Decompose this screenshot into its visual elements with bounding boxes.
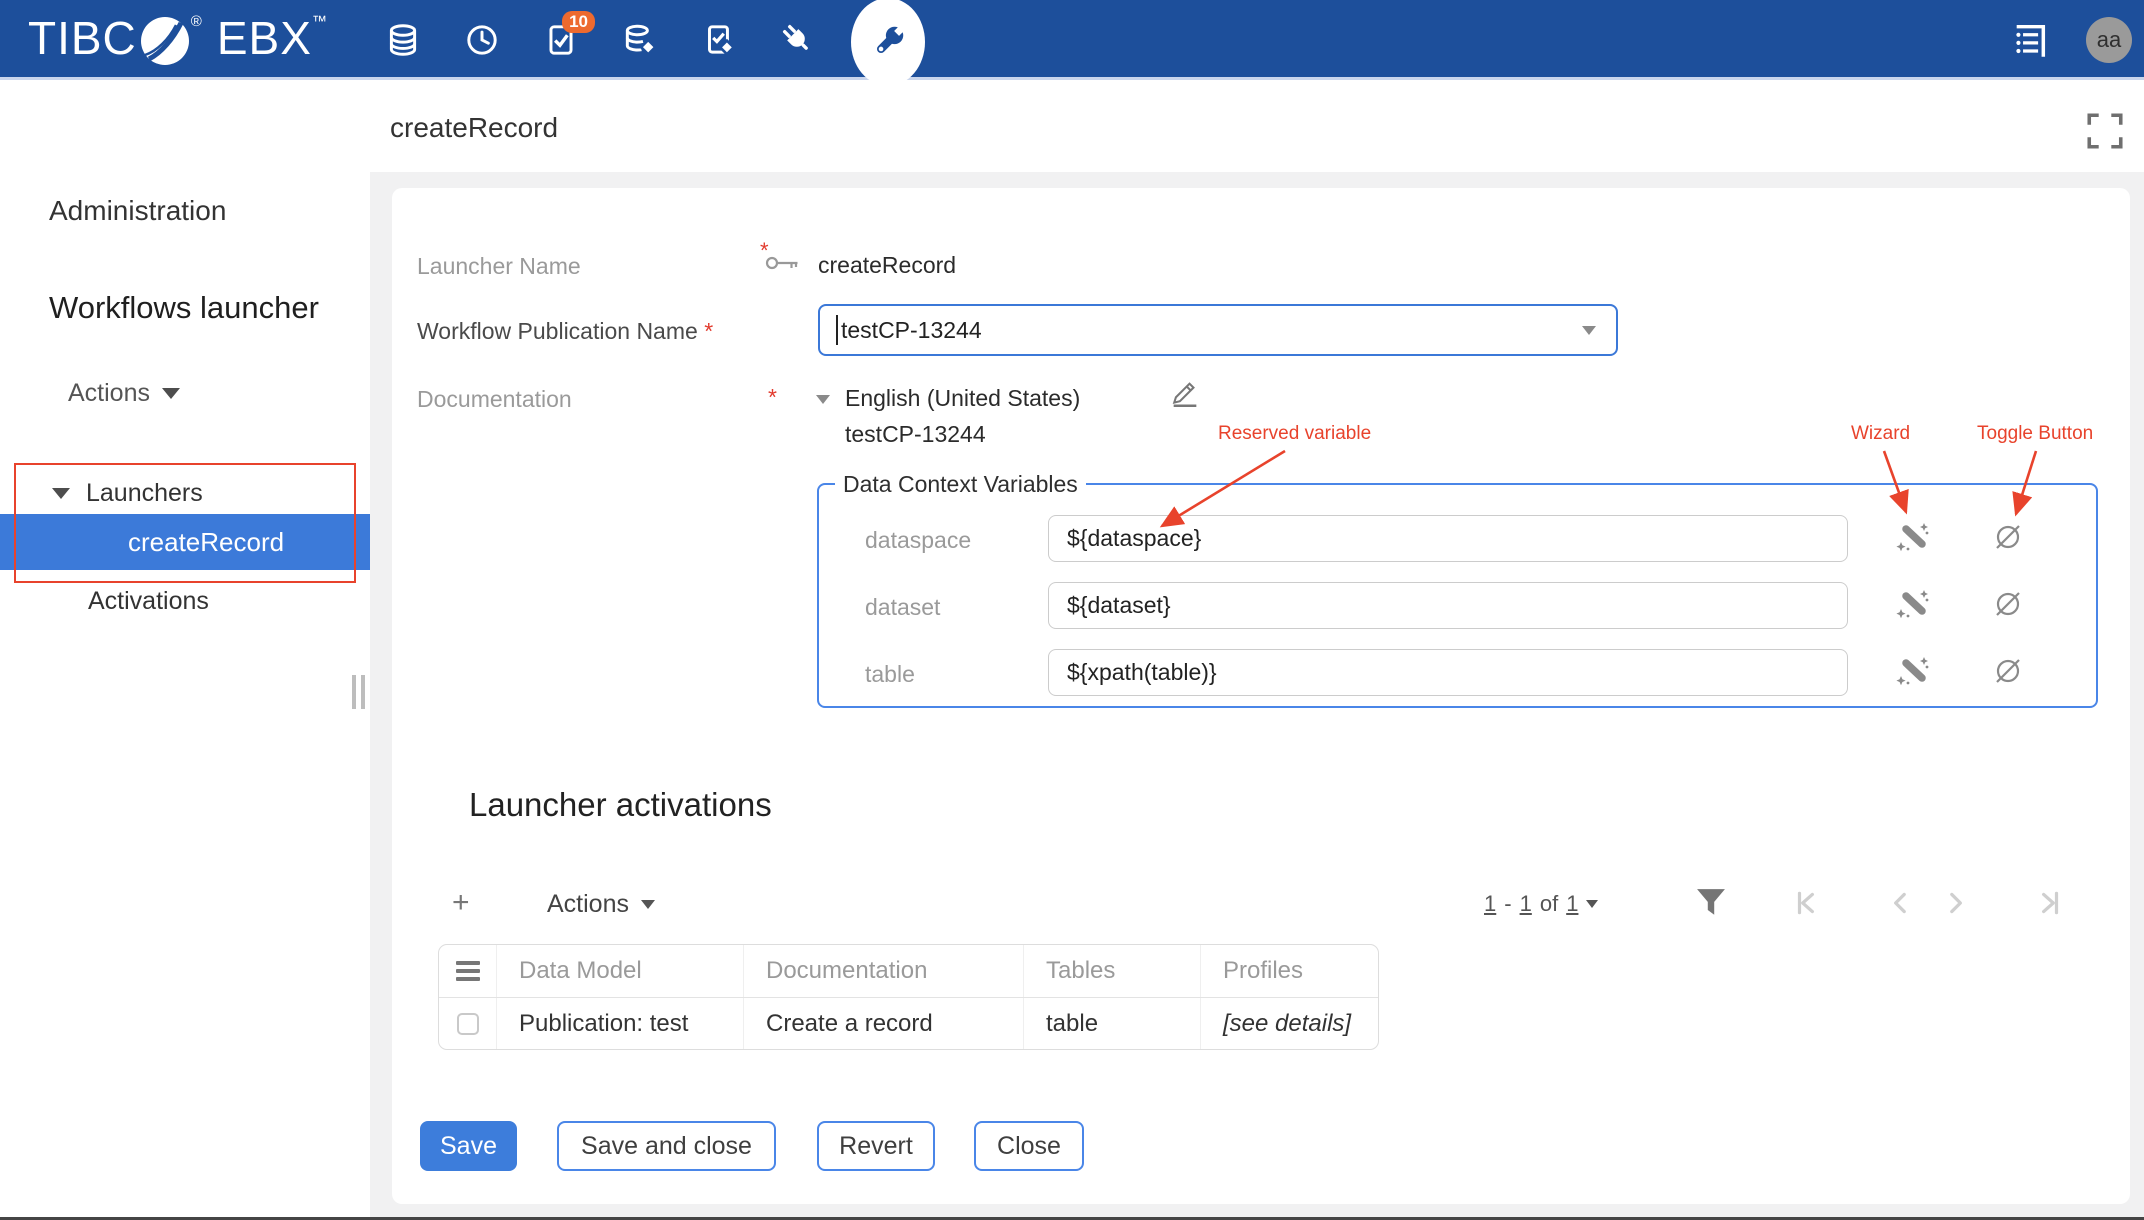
previous-page-icon[interactable] bbox=[1886, 888, 1916, 923]
activations-table: Data Model Documentation Tables Profiles… bbox=[438, 944, 1379, 1050]
user-avatar[interactable]: aa bbox=[2086, 17, 2132, 63]
save-button[interactable]: Save bbox=[420, 1121, 517, 1171]
ebx-application: TIBC ® EBX™ bbox=[0, 0, 2144, 1220]
tree-expander-icon[interactable] bbox=[52, 488, 70, 499]
cell-documentation: Create a record bbox=[744, 998, 1024, 1049]
documentation-value: testCP-13244 bbox=[845, 421, 986, 448]
wizard-icon-dataspace[interactable] bbox=[1895, 518, 1931, 554]
wpn-required-marker: * bbox=[704, 318, 713, 344]
row-checkbox[interactable] bbox=[457, 1013, 479, 1035]
column-header-tables[interactable]: Tables bbox=[1024, 945, 1201, 997]
table-row[interactable]: Publication: test Create a record table … bbox=[439, 998, 1378, 1049]
avatar-initials: aa bbox=[2097, 27, 2121, 53]
logo-text-tibc: TIBC bbox=[28, 11, 137, 65]
first-page-icon[interactable] bbox=[1792, 888, 1822, 923]
revert-button[interactable]: Revert bbox=[817, 1121, 935, 1171]
last-page-icon[interactable] bbox=[2034, 888, 2064, 923]
workflow-tasks-icon[interactable]: 10 bbox=[541, 20, 581, 60]
sidebar-item-launchers[interactable]: Launchers bbox=[52, 479, 203, 508]
sidebar-actions-label: Actions bbox=[68, 379, 150, 408]
workflow-publication-name-label: Workflow Publication Name * bbox=[417, 318, 713, 345]
add-activation-button[interactable]: + bbox=[452, 886, 470, 920]
createrecord-label: createRecord bbox=[128, 527, 284, 558]
chevron-down-icon bbox=[641, 900, 655, 909]
filter-funnel-icon[interactable] bbox=[1696, 888, 1726, 923]
documentation-label: Documentation bbox=[417, 386, 572, 413]
header-icon-menu: 10 bbox=[383, 0, 857, 80]
perspectives-list-icon[interactable] bbox=[2008, 18, 2052, 67]
edit-pencil-icon[interactable] bbox=[1168, 374, 1202, 413]
sidebar-item-activations[interactable]: Activations bbox=[88, 587, 209, 616]
sidebar-actions-menu[interactable]: Actions bbox=[68, 379, 180, 408]
trademark-mark: ™ bbox=[312, 13, 328, 30]
breadcrumb-administration[interactable]: Administration bbox=[49, 195, 226, 227]
registered-mark: ® bbox=[191, 13, 203, 30]
toggle-button-icon-dataspace[interactable] bbox=[1990, 519, 2026, 555]
table-header-row: Data Model Documentation Tables Profiles bbox=[439, 945, 1378, 998]
sidebar-module-title: Workflows launcher bbox=[49, 290, 319, 326]
administration-wrench-icon[interactable] bbox=[851, 0, 925, 86]
dataset-label: dataset bbox=[865, 594, 940, 621]
column-header-documentation[interactable]: Documentation bbox=[744, 945, 1024, 997]
dataset-input[interactable]: ${dataset} bbox=[1048, 582, 1848, 629]
cell-data-model: Publication: test bbox=[497, 998, 744, 1049]
checklist-validation-icon[interactable] bbox=[699, 20, 739, 60]
documentation-collapse-icon[interactable] bbox=[816, 395, 830, 404]
cell-tables: table bbox=[1024, 998, 1201, 1049]
documentation-required-marker: * bbox=[768, 384, 777, 411]
pagination-range[interactable]: 1 - 1 of 1 bbox=[1484, 891, 1598, 917]
wizard-icon-dataset[interactable] bbox=[1895, 585, 1931, 621]
workflow-publication-name-value: testCP-13244 bbox=[841, 317, 1582, 344]
save-and-close-button[interactable]: Save and close bbox=[557, 1121, 776, 1171]
launcher-name-value: createRecord bbox=[818, 252, 956, 279]
dataspace-label: dataspace bbox=[865, 527, 971, 554]
annotation-toggle-button: Toggle Button bbox=[1977, 423, 2093, 445]
toggle-button-icon-dataset[interactable] bbox=[1990, 586, 2026, 622]
primary-key-icon: * bbox=[764, 250, 802, 279]
dataspaces-icon[interactable] bbox=[383, 20, 423, 60]
sidebar: Administration Workflows launcher Action… bbox=[0, 83, 370, 1220]
sidebar-item-createrecord[interactable]: createRecord bbox=[0, 514, 371, 570]
activations-label: Activations bbox=[88, 587, 209, 616]
row-select-cell bbox=[439, 998, 497, 1049]
chevron-down-icon bbox=[1586, 900, 1598, 908]
close-button[interactable]: Close bbox=[974, 1121, 1084, 1171]
sidebar-resize-handle[interactable] bbox=[352, 675, 365, 709]
activations-actions-menu[interactable]: Actions bbox=[547, 890, 655, 919]
fieldset-legend: Data Context Variables bbox=[835, 471, 1086, 498]
launcher-name-required-marker: * bbox=[760, 238, 769, 264]
cell-profiles: [see details] bbox=[1201, 998, 1377, 1049]
data-validation-icon[interactable] bbox=[620, 20, 660, 60]
next-page-icon[interactable] bbox=[1940, 888, 1970, 923]
launcher-activations-title: Launcher activations bbox=[469, 786, 772, 824]
fullscreen-icon[interactable] bbox=[2084, 110, 2126, 157]
page-title: createRecord bbox=[390, 112, 558, 144]
tasks-count-badge: 10 bbox=[562, 11, 595, 33]
column-header-profiles[interactable]: Profiles bbox=[1201, 945, 1377, 997]
integration-plug-icon[interactable] bbox=[778, 20, 818, 60]
toggle-button-icon-table[interactable] bbox=[1990, 653, 2026, 689]
table-input[interactable]: ${xpath(table)} bbox=[1048, 649, 1848, 696]
launcher-name-label: Launcher Name bbox=[417, 253, 581, 280]
tibco-ebx-logo: TIBC ® EBX™ bbox=[28, 11, 328, 78]
tibco-o-swoosh-icon bbox=[139, 15, 191, 78]
logo-text-ebx: EBX bbox=[217, 11, 312, 65]
history-clock-icon[interactable] bbox=[462, 20, 502, 60]
workflow-publication-name-combobox[interactable]: testCP-13244 bbox=[818, 304, 1618, 356]
column-menu-icon[interactable] bbox=[439, 945, 497, 997]
launchers-label: Launchers bbox=[86, 479, 203, 508]
dataspace-input[interactable]: ${dataspace} bbox=[1048, 515, 1848, 562]
annotation-reserved-variable: Reserved variable bbox=[1218, 423, 1371, 445]
column-header-data-model[interactable]: Data Model bbox=[497, 945, 744, 997]
combobox-dropdown-icon[interactable] bbox=[1582, 326, 1596, 335]
wizard-icon-table[interactable] bbox=[1895, 652, 1931, 688]
text-cursor bbox=[836, 315, 838, 345]
top-navigation-bar: TIBC ® EBX™ bbox=[0, 0, 2144, 80]
annotation-wizard: Wizard bbox=[1851, 423, 1910, 445]
table-label: table bbox=[865, 661, 915, 688]
documentation-locale: English (United States) bbox=[845, 385, 1080, 412]
chevron-down-icon bbox=[162, 388, 180, 399]
